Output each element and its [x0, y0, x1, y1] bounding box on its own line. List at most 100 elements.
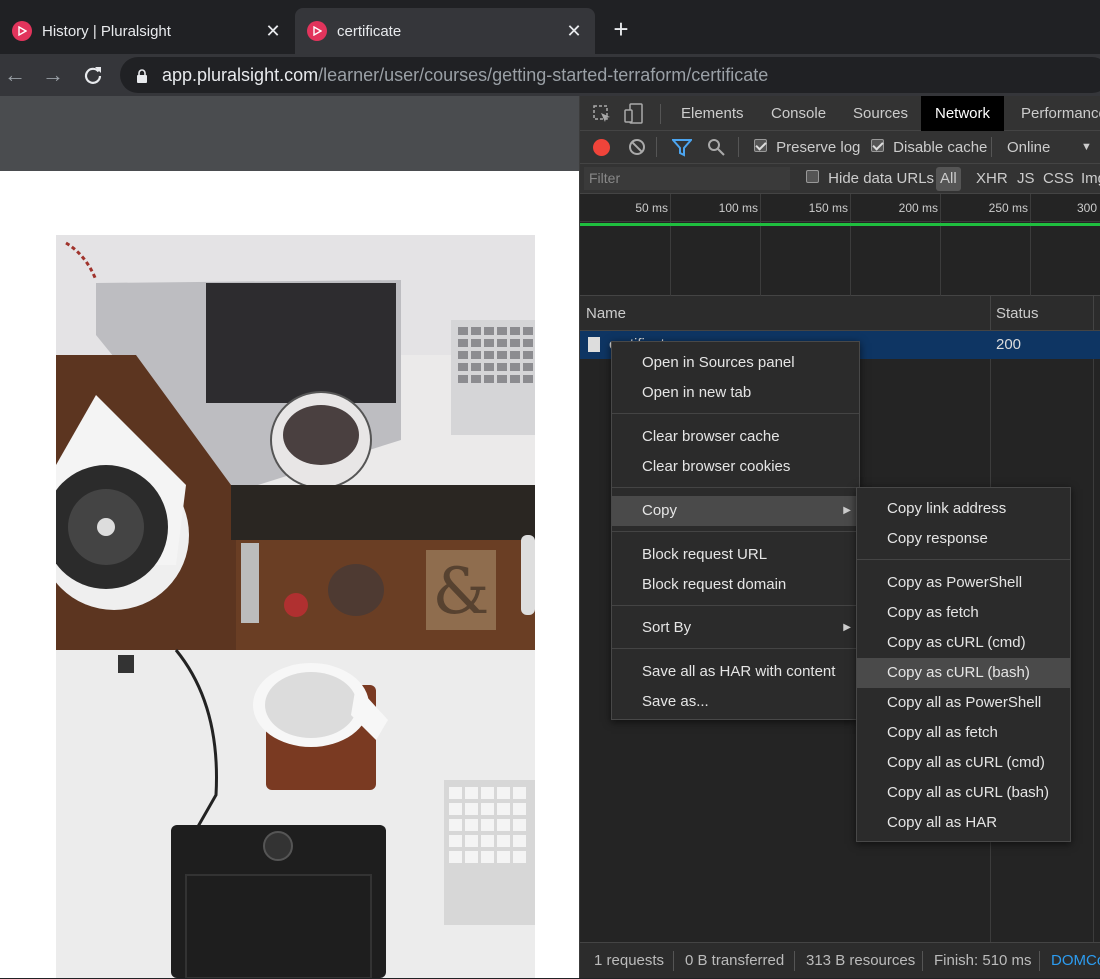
tab-console[interactable]: Console — [771, 96, 826, 131]
filter-icon[interactable] — [670, 139, 694, 161]
column-name[interactable]: Name — [586, 296, 626, 331]
menu-open-in-sources[interactable]: Open in Sources panel — [612, 348, 859, 378]
hide-data-urls-checkbox[interactable] — [806, 170, 819, 183]
divider — [922, 951, 923, 971]
svg-text:&: & — [433, 555, 490, 629]
close-icon[interactable]: ✕ — [264, 21, 282, 42]
disable-cache-label: Disable cache — [893, 139, 988, 156]
filter-js[interactable]: JS — [1017, 164, 1035, 194]
forward-icon[interactable]: → — [38, 60, 68, 90]
tab-title: certificate — [337, 22, 402, 40]
copy-as-curl-cmd[interactable]: Copy as cURL (cmd) — [857, 628, 1070, 658]
divider — [1093, 296, 1094, 331]
ruler-divider — [580, 221, 1100, 222]
grid-line — [850, 194, 851, 296]
menu-block-url[interactable]: Block request URL — [612, 540, 859, 570]
menu-block-domain[interactable]: Block request domain — [612, 570, 859, 600]
document-icon — [588, 337, 600, 352]
divider — [738, 137, 739, 157]
copy-submenu: Copy link address Copy response Copy as … — [856, 487, 1071, 842]
menu-sort-by[interactable]: Sort By ▶ — [612, 613, 859, 643]
tab-performance[interactable]: Performance — [1021, 96, 1100, 131]
pluralsight-icon — [12, 21, 32, 41]
pluralsight-icon — [307, 21, 327, 41]
copy-as-powershell[interactable]: Copy as PowerShell — [857, 568, 1070, 598]
copy-all-as-har[interactable]: Copy all as HAR — [857, 808, 1070, 838]
preserve-log-toggle[interactable]: Preserve log — [754, 131, 860, 164]
preserve-log-label: Preserve log — [776, 139, 861, 156]
clear-icon[interactable] — [628, 138, 646, 160]
device-toolbar-icon[interactable] — [624, 103, 644, 129]
tab-elements[interactable]: Elements — [681, 96, 744, 131]
address-bar[interactable]: app.pluralsight.com/learner/user/courses… — [120, 57, 1100, 93]
context-menu: Open in Sources panel Open in new tab Cl… — [611, 341, 860, 720]
copy-all-as-curl-bash[interactable]: Copy all as cURL (bash) — [857, 778, 1070, 808]
disable-cache-checkbox[interactable] — [871, 139, 884, 152]
timeline-tick: 200 ms — [898, 201, 938, 215]
throttle-select[interactable]: Online — [1007, 131, 1050, 164]
filter-all[interactable]: All — [936, 167, 961, 191]
divider — [990, 296, 991, 331]
menu-save-as[interactable]: Save as... — [612, 687, 859, 717]
timeline-bar — [580, 223, 1100, 226]
chevron-right-icon: ▶ — [843, 622, 851, 633]
menu-separator — [612, 648, 859, 649]
search-icon[interactable] — [707, 138, 725, 160]
network-overview: 50 ms 100 ms 150 ms 200 ms 250 ms 300 — [580, 194, 1100, 296]
back-icon[interactable]: ← — [0, 60, 30, 90]
chevron-down-icon[interactable]: ▼ — [1081, 131, 1092, 164]
filter-css[interactable]: CSS — [1043, 164, 1074, 194]
tab-title: History | Pluralsight — [42, 22, 171, 40]
divider — [673, 951, 674, 971]
tab-certificate[interactable]: certificate ✕ — [295, 8, 595, 54]
tab-network[interactable]: Network — [921, 96, 1005, 131]
lock-icon — [136, 68, 148, 83]
copy-as-fetch[interactable]: Copy as fetch — [857, 598, 1070, 628]
chevron-right-icon: ▶ — [843, 505, 851, 516]
reload-icon[interactable] — [78, 60, 108, 90]
timeline-tick: 150 ms — [808, 201, 848, 215]
timeline-tick: 50 ms — [635, 201, 668, 215]
inspect-element-icon[interactable] — [592, 104, 612, 128]
disable-cache-toggle[interactable]: Disable cache — [871, 131, 987, 164]
column-status[interactable]: Status — [996, 296, 1039, 331]
timeline-tick: 300 — [1076, 201, 1097, 215]
copy-response[interactable]: Copy response — [857, 524, 1070, 554]
summary-resources: 313 B resources — [806, 952, 916, 969]
hide-data-urls-toggle[interactable]: Hide data URLs — [806, 164, 934, 194]
menu-save-har[interactable]: Save all as HAR with content — [612, 657, 859, 687]
close-icon[interactable]: ✕ — [565, 21, 583, 42]
timeline-tick: 250 ms — [988, 201, 1028, 215]
tab-strip: History | Pluralsight ✕ certificate ✕ + — [0, 0, 1100, 54]
copy-all-as-powershell[interactable]: Copy all as PowerShell — [857, 688, 1070, 718]
menu-copy[interactable]: Copy ▶ — [612, 496, 859, 526]
copy-as-curl-bash[interactable]: Copy as cURL (bash) — [857, 658, 1070, 688]
timeline-tick: 100 ms — [718, 201, 758, 215]
grid-line — [1030, 194, 1031, 296]
summary-transferred: 0 B transferred — [685, 952, 785, 969]
filter-input[interactable]: Filter — [584, 167, 790, 190]
menu-open-in-new-tab[interactable]: Open in new tab — [612, 378, 859, 408]
copy-link-address[interactable]: Copy link address — [857, 494, 1070, 524]
divider — [1039, 951, 1040, 971]
menu-copy-label: Copy — [642, 502, 678, 519]
filter-img[interactable]: Img — [1081, 164, 1100, 194]
menu-separator — [857, 559, 1070, 560]
table-header: Name Status — [580, 296, 1100, 331]
grid-line — [760, 194, 761, 296]
copy-all-as-curl-cmd[interactable]: Copy all as cURL (cmd) — [857, 748, 1070, 778]
filter-bar: Filter Hide data URLs All XHR JS CSS Img — [580, 164, 1100, 194]
tab-history[interactable]: History | Pluralsight ✕ — [0, 8, 294, 54]
menu-separator — [612, 531, 859, 532]
copy-all-as-fetch[interactable]: Copy all as fetch — [857, 718, 1070, 748]
url-host: app.pluralsight.com — [162, 64, 319, 85]
row-status: 200 — [996, 336, 1022, 353]
menu-clear-cache[interactable]: Clear browser cache — [612, 422, 859, 452]
menu-clear-cookies[interactable]: Clear browser cookies — [612, 452, 859, 482]
filter-xhr[interactable]: XHR — [976, 164, 1008, 194]
tab-sources[interactable]: Sources — [853, 96, 908, 131]
record-icon[interactable] — [593, 139, 610, 156]
new-tab-icon[interactable]: + — [606, 12, 636, 46]
preserve-log-checkbox[interactable] — [754, 139, 767, 152]
network-controls: Preserve log Disable cache Online ▼ — [580, 131, 1100, 164]
